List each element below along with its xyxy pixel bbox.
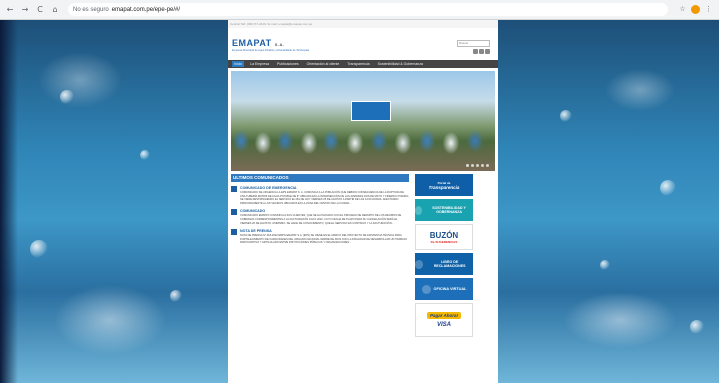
site-logo[interactable]: EMAPAT S.A. [232, 38, 284, 48]
news-item[interactable]: NOTA DE PRENSA NOTA DE PRENSA Nº 018-202… [231, 229, 409, 245]
home-icon[interactable]: ⌂ [50, 5, 60, 15]
payment-banner[interactable]: Pagar Ahora! VISA [415, 303, 473, 337]
hero-slider[interactable] [231, 71, 495, 171]
twitter-icon[interactable] [479, 49, 484, 54]
search-input[interactable]: Buscar [457, 40, 490, 47]
water-bubble [30, 240, 48, 258]
slider-dot[interactable] [466, 164, 469, 167]
left-edge-shadow [0, 20, 18, 383]
water-bubble [690, 320, 704, 334]
news-item[interactable]: COMUNICADO COMUNICADO EMAPAT COMUNICA A … [231, 209, 409, 225]
suggestion-box-banner[interactable]: BUZÓN De SUGERENCIAS [415, 224, 473, 250]
sustainability-label: SOSTENIBILIDAD Y GOBERNANZA [432, 206, 466, 214]
news-item-text: COMUNICADO EMAPAT COMUNICA A SUS CLIENTE… [240, 214, 402, 225]
profile-avatar[interactable] [691, 5, 700, 14]
water-bubble [170, 290, 182, 302]
contact-bar: Central Telf: (082) 57-2440 / E-mail: em… [228, 20, 498, 28]
news-item[interactable]: COMUNICADO DE EMERGENCIA COMUNICADO DE U… [231, 186, 409, 205]
logo-suffix: S.A. [274, 42, 285, 47]
water-drop-icon [421, 284, 431, 294]
security-warning-label: No es seguro [73, 6, 109, 13]
leaf-icon [415, 205, 423, 215]
nav-item-la-empresa[interactable]: La Empresa [248, 61, 271, 67]
portal-title: Transparencia [428, 184, 460, 190]
slider-banner [351, 101, 391, 121]
water-bubble [60, 90, 74, 104]
water-bubble [140, 150, 150, 160]
transparency-portal-banner[interactable]: Portal de Transparencia [415, 174, 473, 196]
slider-dot[interactable] [476, 164, 479, 167]
star-icon[interactable]: ☆ [678, 5, 687, 14]
menu-icon[interactable]: ⋮ [704, 5, 713, 14]
complaints-book-banner[interactable]: LIBRO DE RECLAMACIONES [415, 253, 473, 275]
virtual-office-label: OFICINA VIRTUAL [433, 287, 467, 291]
nav-item-orientacion[interactable]: Orientación al cliente [305, 61, 342, 67]
news-section: ULTIMOS COMUNICADOS COMUNICADO DE EMERGE… [228, 174, 409, 340]
nav-item-publicaciones[interactable]: Publicaciones [275, 61, 301, 67]
slider-dot[interactable] [481, 164, 484, 167]
water-bubble [660, 180, 676, 196]
browser-toolbar: ← → C ⌂ No es seguro emapat.com.pe/epe-p… [0, 0, 719, 20]
sustainability-banner[interactable]: SOSTENIBILIDAD Y GOBERNANZA [415, 199, 473, 221]
pay-now-button[interactable]: Pagar Ahora! [426, 312, 462, 319]
virtual-office-banner[interactable]: OFICINA VIRTUAL [415, 278, 473, 300]
news-item-text: COMUNICADO DE URGENCIA LA EPS EMAPAT S. … [240, 191, 409, 205]
address-bar[interactable]: No es seguro emapat.com.pe/epe-pe/#/ [68, 3, 668, 16]
reload-icon[interactable]: C [35, 5, 45, 15]
slider-photo [231, 121, 495, 163]
youtube-icon[interactable] [485, 49, 490, 54]
water-bubble [560, 110, 572, 122]
news-item-title[interactable]: COMUNICADO DE EMERGENCIA [240, 186, 409, 190]
back-icon[interactable]: ← [5, 5, 15, 15]
news-item-text: NOTA DE PRENSA Nº 018-2022 EMPS EMAPAT S… [240, 234, 408, 245]
news-item-title[interactable]: COMUNICADO [240, 209, 409, 213]
news-item-title[interactable]: NOTA DE PRENSA [240, 229, 409, 233]
logo-text: EMAPAT [232, 38, 272, 48]
facebook-icon[interactable] [473, 49, 478, 54]
news-date-badge [231, 229, 237, 236]
site-tagline: Empresa Municipal de Agua Potable y Alca… [232, 49, 310, 52]
book-icon [415, 259, 424, 269]
buzon-title: BUZÓN [429, 230, 459, 240]
complaints-label: LIBRO DE RECLAMACIONES [433, 260, 466, 268]
news-date-badge [231, 209, 237, 216]
main-nav: Inicio La Empresa Publicaciones Orientac… [228, 60, 498, 68]
nav-item-sostenibilidad[interactable]: Sostenibilidad & Gobernanza [376, 61, 425, 67]
news-date-badge [231, 186, 237, 192]
visa-logo: VISA [436, 322, 451, 328]
slider-dots [466, 164, 489, 167]
nav-item-inicio[interactable]: Inicio [232, 61, 245, 67]
nav-item-transparencia[interactable]: Transparencia [345, 61, 371, 67]
slider-dot[interactable] [486, 164, 489, 167]
website-page: Central Telf: (082) 57-2440 / E-mail: em… [228, 20, 498, 383]
forward-icon[interactable]: → [20, 5, 30, 15]
site-header: EMAPAT S.A. Empresa Municipal de Agua Po… [228, 28, 498, 60]
water-bubble [600, 260, 610, 270]
url-text[interactable]: emapat.com.pe/epe-pe/#/ [112, 7, 180, 13]
sidebar: Portal de Transparencia SOSTENIBILIDAD Y … [409, 174, 497, 340]
slider-dot[interactable] [471, 164, 474, 167]
news-heading: ULTIMOS COMUNICADOS [231, 174, 409, 182]
buzon-subtitle: De SUGERENCIAS [430, 239, 458, 244]
